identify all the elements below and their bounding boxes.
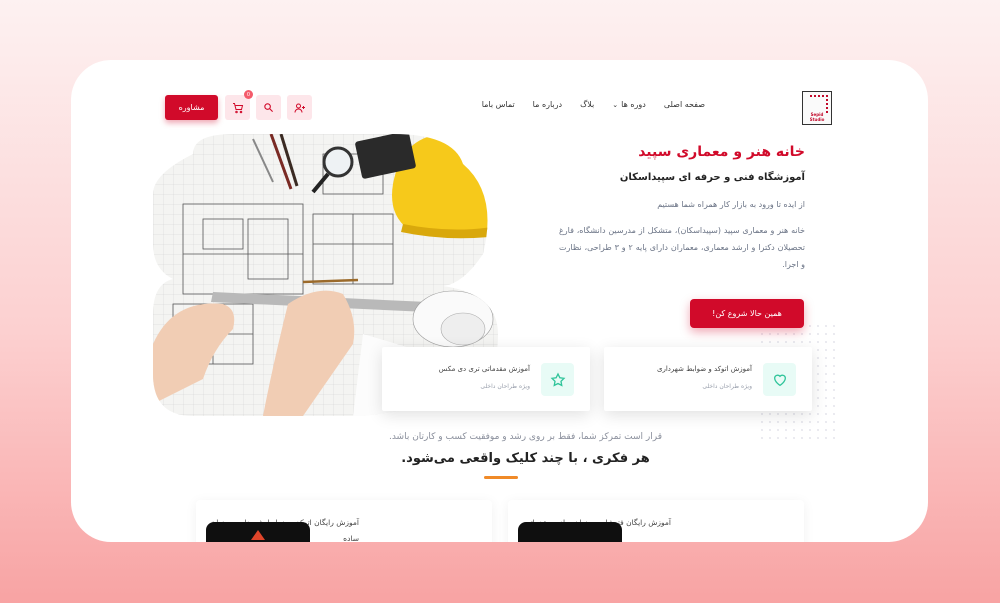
chevron-down-icon: ⌄	[612, 101, 619, 109]
hero-tagline: از ایده تا ورود به بازار کار همراه شما ه…	[657, 200, 805, 209]
feature-subtitle: ویژه طراحان داخلی	[480, 383, 530, 390]
site-logo[interactable]: Sepid Studio	[802, 91, 832, 125]
course-card[interactable]: آموزش رایگان اتوکد و ضوابط شهرداری به زب…	[196, 500, 492, 542]
logo-mark	[810, 95, 828, 113]
cart-button[interactable]: 0	[225, 90, 253, 120]
main-card: Sepid Studio صفحه اصلی دوره ها⌄ بلاگ درب…	[71, 60, 928, 542]
main-nav: صفحه اصلی دوره ها⌄ بلاگ درباره ما تماس ب…	[482, 100, 705, 109]
user-icon	[294, 103, 305, 113]
feature-title: آموزش مقدماتی تری دی مکس	[438, 365, 530, 373]
feature-title: آموزش اتوکد و ضوابط شهرداری	[656, 365, 752, 373]
heart-icon	[773, 374, 786, 386]
nav-item-contact[interactable]: تماس باما	[482, 100, 515, 109]
nav-item-courses-label: دوره ها	[621, 100, 646, 109]
feature-icon-box	[541, 363, 574, 396]
section-title: هر فکری ، با چند کلیک واقعی می‌شود.	[401, 451, 650, 466]
feature-subtitle: ویژه طراحان داخلی	[702, 383, 752, 390]
search-icon	[264, 103, 274, 113]
course-thumbnail	[518, 522, 622, 542]
hero-title: خانه هنر و معماری سپید	[638, 144, 805, 160]
hero-subtitle: آموزشگاه فنی و حرفه ای سپیداسکان	[619, 172, 805, 183]
logo-text: Sepid Studio	[809, 112, 825, 122]
course-thumbnail	[206, 522, 310, 542]
star-icon	[550, 371, 565, 387]
cart-icon	[232, 102, 243, 113]
search-button[interactable]	[256, 95, 281, 120]
nav-item-blog[interactable]: بلاگ	[580, 100, 594, 109]
nav-item-courses[interactable]: دوره ها⌄	[612, 100, 646, 109]
section-subtitle: قرار است تمرکز شما، فقط بر روی رشد و موف…	[388, 432, 663, 442]
cart-count-badge: 0	[244, 90, 253, 99]
consult-button[interactable]: مشاوره	[165, 95, 218, 120]
nav-item-about[interactable]: درباره ما	[533, 100, 562, 109]
hero-description: خانه هنر و معماری سپید (سپیداسکان)، متشک…	[559, 226, 806, 269]
start-now-button[interactable]: همین حالا شروع کن!	[690, 299, 804, 328]
user-button[interactable]	[287, 95, 312, 120]
section-underline	[484, 476, 518, 479]
feature-icon-box	[763, 363, 796, 396]
feature-card[interactable]: آموزش اتوکد و ضوابط شهرداری ویژه طراحان …	[604, 347, 812, 411]
nav-item-home[interactable]: صفحه اصلی	[664, 100, 705, 109]
feature-card[interactable]: آموزش مقدماتی تری دی مکس ویژه طراحان داخ…	[382, 347, 590, 411]
course-thumbnail-logo	[251, 530, 265, 540]
course-card[interactable]: آموزش رایگان فتوشاپ به زبان ساده- مقدمات…	[508, 500, 804, 542]
